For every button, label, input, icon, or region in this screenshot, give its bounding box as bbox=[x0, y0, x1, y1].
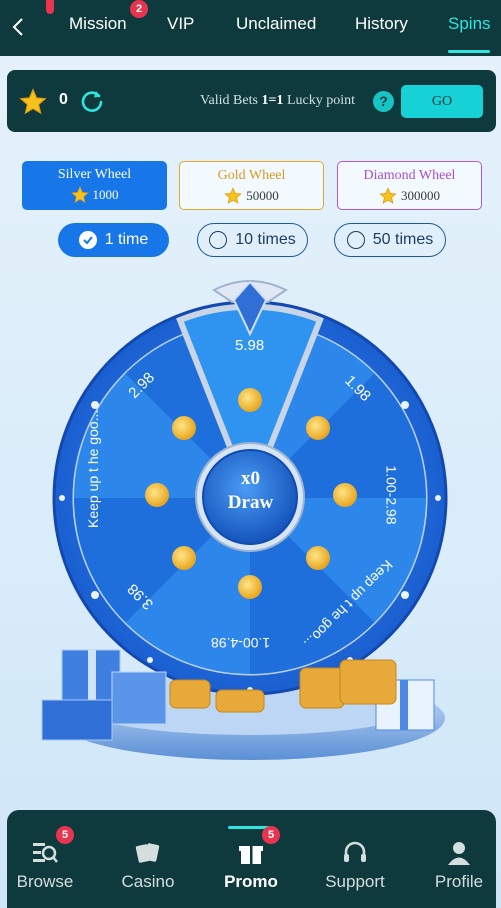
segment-label: 1.00-2.98 bbox=[383, 465, 400, 525]
star-icon bbox=[19, 88, 47, 115]
radio-icon bbox=[209, 231, 228, 249]
one-time-option[interactable]: 1 time bbox=[58, 223, 169, 257]
chevron-left-icon bbox=[12, 18, 23, 36]
go-button[interactable]: GO bbox=[401, 85, 483, 118]
tab-spins-label: Spins bbox=[448, 14, 491, 33]
notification-marker bbox=[46, 0, 54, 14]
silver-wheel-cost: 1000 bbox=[92, 187, 119, 202]
draw-label: Draw bbox=[227, 492, 274, 513]
lucky-points-bar: 0 Valid Bets 1=1 Lucky point ? GO bbox=[7, 70, 496, 132]
one-time-label: 1 time bbox=[104, 231, 149, 248]
bottom-nav: Browse 5 Casino Promo 5 Support Profile bbox=[7, 810, 496, 908]
nav-casino[interactable]: Casino bbox=[103, 810, 193, 908]
valid-bets-prefix: Valid Bets bbox=[200, 93, 258, 108]
star-icon bbox=[379, 187, 397, 204]
segment-label: 1.00-4.98 bbox=[211, 635, 271, 651]
fifty-times-option[interactable]: 50 times bbox=[334, 223, 446, 257]
valid-bets-info: Valid Bets 1=1 Lucky point bbox=[200, 93, 355, 109]
nav-promo-label: Promo bbox=[224, 872, 278, 891]
nav-browse-label: Browse bbox=[16, 872, 74, 891]
segment-label: Keep up t he goo... bbox=[85, 409, 101, 528]
ten-times-label: 10 times bbox=[235, 231, 296, 248]
gift-icon bbox=[239, 846, 263, 864]
silver-wheel-cost-row: 1000 bbox=[22, 186, 167, 204]
fifty-times-label: 50 times bbox=[372, 231, 434, 248]
tab-mission-label: Mission bbox=[69, 14, 127, 33]
radio-icon bbox=[346, 231, 365, 249]
diamond-wheel-cost: 300000 bbox=[401, 188, 440, 203]
tab-history[interactable]: History bbox=[355, 14, 408, 34]
user-icon bbox=[448, 842, 470, 865]
gold-wheel-name: Gold Wheel bbox=[217, 168, 286, 183]
diamond-wheel-name: Diamond Wheel bbox=[363, 168, 456, 183]
silver-wheel-button[interactable]: Silver Wheel 1000 bbox=[22, 161, 167, 210]
diamond-wheel-button[interactable]: Diamond Wheel 300000 bbox=[337, 161, 482, 210]
valid-bets-suffix: Lucky point bbox=[286, 93, 355, 108]
browse-icon bbox=[33, 843, 58, 863]
draw-button[interactable]: x0 Draw bbox=[200, 447, 301, 547]
nav-profile-label: Profile bbox=[434, 872, 484, 891]
tab-unclaimed-label: Unclaimed bbox=[236, 14, 317, 33]
tab-vip[interactable]: VIP bbox=[167, 14, 194, 34]
tab-mission[interactable]: Mission bbox=[69, 14, 127, 34]
tab-spins[interactable]: Spins bbox=[448, 14, 491, 34]
ten-times-option[interactable]: 10 times bbox=[197, 223, 308, 257]
nav-casino-label: Casino bbox=[121, 872, 175, 891]
nav-promo[interactable]: Promo bbox=[206, 810, 296, 908]
gold-wheel-cost: 50000 bbox=[246, 188, 279, 203]
top-nav: Mission 2 VIP Unclaimed History Spins bbox=[0, 0, 501, 56]
back-button[interactable] bbox=[6, 12, 30, 42]
draw-count: x0 bbox=[241, 468, 260, 489]
lucky-points-value: 0 bbox=[59, 91, 68, 108]
tab-unclaimed[interactable]: Unclaimed bbox=[236, 14, 316, 34]
tab-vip-label: VIP bbox=[167, 14, 195, 33]
segment-label: 5.98 bbox=[235, 337, 265, 354]
nav-support-label: Support bbox=[325, 872, 385, 891]
refresh-icon[interactable] bbox=[79, 88, 105, 114]
diamond-wheel-cost-row: 300000 bbox=[338, 187, 481, 205]
star-icon bbox=[224, 187, 243, 204]
headset-icon bbox=[344, 841, 366, 862]
silver-wheel-name: Silver Wheel bbox=[57, 167, 132, 182]
promo-badge: 5 bbox=[262, 826, 280, 844]
help-icon[interactable]: ? bbox=[373, 91, 394, 112]
tab-history-label: History bbox=[355, 14, 408, 33]
nav-browse[interactable]: Browse bbox=[0, 810, 90, 908]
gold-wheel-cost-row: 50000 bbox=[180, 187, 323, 205]
active-tab-indicator bbox=[448, 50, 490, 53]
valid-bets-ratio: 1=1 bbox=[261, 93, 284, 108]
cards-icon bbox=[135, 843, 160, 863]
browse-badge: 5 bbox=[56, 826, 74, 844]
nav-support[interactable]: Support bbox=[310, 810, 400, 908]
check-icon bbox=[78, 231, 97, 249]
mission-badge: 2 bbox=[130, 0, 148, 18]
star-icon bbox=[70, 186, 89, 203]
nav-profile[interactable]: Profile bbox=[414, 810, 501, 908]
gold-wheel-button[interactable]: Gold Wheel 50000 bbox=[179, 161, 324, 210]
